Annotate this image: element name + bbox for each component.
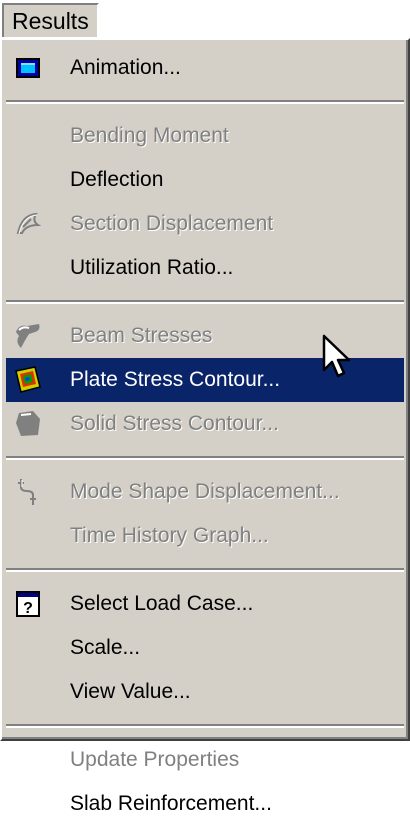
menu-item-label: Solid Stress Contour...: [70, 412, 279, 435]
section-displacement-icon: [12, 208, 44, 240]
plate-stress-icon: [12, 364, 44, 396]
solid-stress-icon: [12, 408, 44, 440]
menu-item-time-history-graph[interactable]: Time History Graph...: [6, 514, 404, 558]
menu-item-section-displacement[interactable]: Section Displacement: [6, 202, 404, 246]
menu-separator: [6, 300, 404, 304]
menu-item-label: Animation...: [70, 56, 181, 79]
menu-item-label: Utilization Ratio...: [70, 256, 234, 279]
menu-item-scale[interactable]: Scale...: [6, 626, 404, 670]
menu-separator: [6, 568, 404, 572]
results-menu-title-label: Results: [12, 7, 89, 34]
menu-item-animation[interactable]: Animation...: [6, 46, 404, 90]
menu-item-label: Update Properties: [70, 748, 240, 771]
menu-item-update-properties[interactable]: Update Properties: [6, 738, 404, 782]
menu-item-label: Select Load Case...: [70, 592, 254, 615]
menu-item-label: Beam Stresses: [70, 324, 213, 347]
menu-item-label: Deflection: [70, 168, 164, 191]
menu-item-label: Mode Shape Displacement...: [70, 480, 340, 503]
results-menu-title[interactable]: Results: [2, 3, 99, 37]
menu-item-label: Slab Reinforcement...: [70, 792, 272, 815]
results-dropdown-menu: Animation... Bending Moment Deflection S…: [0, 38, 410, 815]
menu-item-label: Scale...: [70, 636, 141, 659]
menu-item-label: View Value...: [70, 680, 191, 703]
mouse-pointer-icon: [322, 334, 351, 378]
menu-item-label: Plate Stress Contour...: [70, 368, 281, 391]
menu-item-label: Section Displacement: [70, 212, 274, 235]
menu-item-view-value[interactable]: View Value...: [6, 670, 404, 714]
menu-item-utilization-ratio[interactable]: Utilization Ratio...: [6, 246, 404, 290]
svg-text:?: ?: [23, 600, 33, 617]
menu-separator: [6, 456, 404, 460]
mode-shape-icon: [12, 476, 44, 508]
menu-item-label: Time History Graph...: [70, 524, 269, 547]
menu-item-select-load-case[interactable]: ? Select Load Case...: [6, 582, 404, 626]
menu-separator: [6, 724, 404, 728]
menu-item-deflection[interactable]: Deflection: [6, 158, 404, 202]
menu-item-bending-moment[interactable]: Bending Moment: [6, 114, 404, 158]
beam-stresses-icon: [12, 320, 44, 352]
animation-icon: [12, 52, 44, 84]
menu-separator: [6, 100, 404, 104]
menu-item-mode-shape-displacement[interactable]: Mode Shape Displacement...: [6, 470, 404, 514]
menu-item-solid-stress-contour[interactable]: Solid Stress Contour...: [6, 402, 404, 446]
load-case-icon: ?: [12, 588, 44, 620]
menu-item-label: Bending Moment: [70, 124, 229, 147]
menu-item-slab-reinforcement[interactable]: Slab Reinforcement...: [6, 782, 404, 826]
